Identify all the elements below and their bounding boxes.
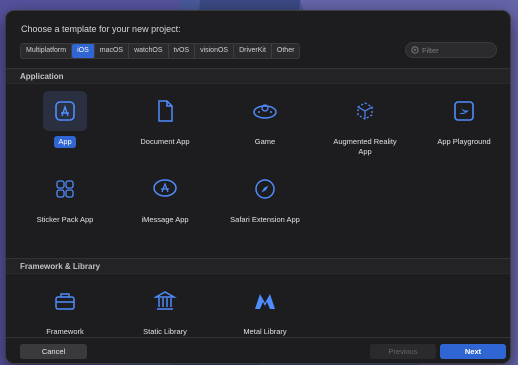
template-metal-library[interactable]: Metal Library <box>225 281 305 339</box>
filter-field[interactable]: Filter <box>405 42 497 58</box>
tab-driverkit[interactable]: DriverKit <box>234 44 272 58</box>
next-button[interactable]: Next <box>440 344 506 359</box>
template-framework[interactable]: Framework <box>25 281 105 339</box>
template-label: Safari Extension App <box>230 215 300 224</box>
template-label: App <box>54 136 76 148</box>
imessage-app-store-icon <box>143 169 187 209</box>
tab-ios[interactable]: iOS <box>72 44 95 58</box>
template-augmented-reality-app[interactable]: Augmented Reality App <box>325 91 405 159</box>
toolbox-icon <box>43 281 87 321</box>
template-safari-extension-app[interactable]: Safari Extension App <box>225 169 305 227</box>
section-header-framework-library: Framework & Library <box>6 258 510 274</box>
template-imessage-app[interactable]: iMessage App <box>125 169 205 227</box>
tab-watchos[interactable]: watchOS <box>129 44 169 58</box>
section-header-application: Application <box>6 68 510 84</box>
app-store-icon <box>43 91 87 131</box>
game-controller-icon <box>243 91 287 131</box>
template-app[interactable]: App <box>25 91 105 149</box>
filter-icon <box>411 46 419 54</box>
document-icon <box>143 91 187 131</box>
sticker-grid-icon <box>43 169 87 209</box>
swift-playground-icon <box>442 91 486 131</box>
dialog-title: Choose a template for your new project: <box>21 24 181 34</box>
template-static-library[interactable]: Static Library <box>125 281 205 339</box>
platform-segmented-control: Multiplatform iOS macOS watchOS tvOS vis… <box>20 43 301 59</box>
previous-button[interactable]: Previous <box>370 344 436 359</box>
metal-icon <box>243 281 287 321</box>
template-label: App Playground <box>437 137 491 146</box>
dialog-footer: Cancel Previous Next <box>6 337 510 363</box>
filter-placeholder: Filter <box>422 45 439 55</box>
template-document-app[interactable]: Document App <box>125 91 205 149</box>
template-label: Augmented Reality App <box>333 137 397 156</box>
tab-other[interactable]: Other <box>272 44 300 58</box>
ar-cube-icon <box>343 91 387 131</box>
tab-visionos[interactable]: visionOS <box>195 44 235 58</box>
template-label: Sticker Pack App <box>36 215 94 224</box>
new-project-template-sheet: Choose a template for your new project: … <box>5 10 511 364</box>
compass-icon <box>243 169 287 209</box>
tab-multiplatform[interactable]: Multiplatform <box>21 44 73 58</box>
template-app-playground[interactable]: App Playground <box>424 91 504 149</box>
template-label: Game <box>254 137 276 146</box>
library-columns-icon <box>143 281 187 321</box>
tab-tvos[interactable]: tvOS <box>169 44 196 58</box>
template-label: iMessage App <box>141 215 189 224</box>
cancel-button[interactable]: Cancel <box>20 344 87 359</box>
template-sticker-pack-app[interactable]: Sticker Pack App <box>25 169 105 227</box>
tab-macos[interactable]: macOS <box>95 44 130 58</box>
template-label: Document App <box>140 137 190 146</box>
template-game[interactable]: Game <box>225 91 305 149</box>
